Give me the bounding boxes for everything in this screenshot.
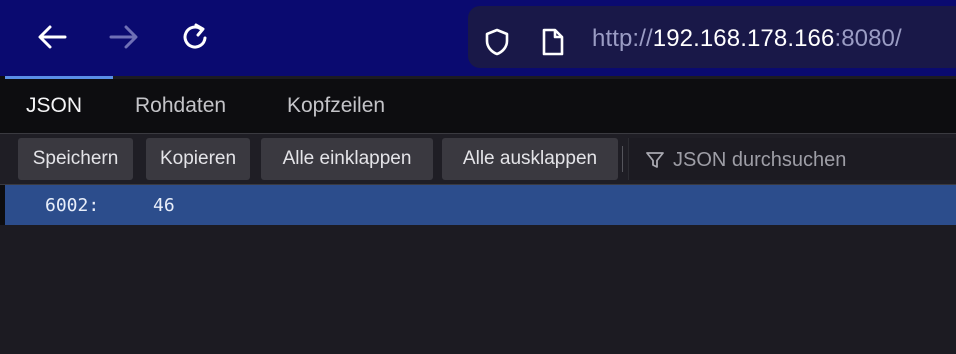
- forward-button[interactable]: [101, 14, 147, 60]
- json-key: 6002:: [45, 195, 100, 216]
- collapse-all-button[interactable]: Alle einklappen: [261, 138, 433, 180]
- arrow-left-icon: [37, 24, 67, 50]
- expand-all-button[interactable]: Alle ausklappen: [442, 138, 618, 180]
- url-bar[interactable]: http://192.168.178.166:8080/: [468, 6, 956, 68]
- back-button[interactable]: [29, 14, 75, 60]
- tab-kopfzeilen[interactable]: Kopfzeilen: [287, 93, 385, 119]
- copy-button[interactable]: Kopieren: [146, 138, 250, 180]
- viewer-tabs: JSON Rohdaten Kopfzeilen: [0, 79, 956, 133]
- url-host: 192.168.178.166: [652, 25, 835, 52]
- json-content-area: [0, 225, 956, 354]
- json-value: 46: [153, 195, 175, 216]
- tab-json[interactable]: JSON: [26, 93, 82, 119]
- browser-toolbar: http://192.168.178.166:8080/: [0, 0, 956, 76]
- reload-button[interactable]: [173, 14, 219, 60]
- filter-placeholder: JSON durchsuchen: [673, 149, 847, 171]
- json-filter-input[interactable]: JSON durchsuchen: [628, 138, 956, 180]
- shield-icon[interactable]: [482, 27, 512, 62]
- save-button[interactable]: Speichern: [18, 138, 133, 180]
- tab-rohdaten[interactable]: Rohdaten: [135, 93, 226, 119]
- json-row[interactable]: 6002: 46: [5, 185, 956, 225]
- url-text[interactable]: http://192.168.178.166:8080/: [592, 25, 902, 53]
- json-toolbar: Speichern Kopieren Alle einklappen Alle …: [0, 134, 956, 184]
- url-scheme: http://: [592, 25, 653, 52]
- url-port: :8080/: [834, 25, 902, 52]
- arrow-right-icon: [109, 24, 139, 50]
- toolbar-separator: [622, 146, 623, 172]
- page-icon[interactable]: [540, 27, 566, 62]
- filter-icon: [645, 150, 665, 175]
- reload-icon: [182, 23, 210, 51]
